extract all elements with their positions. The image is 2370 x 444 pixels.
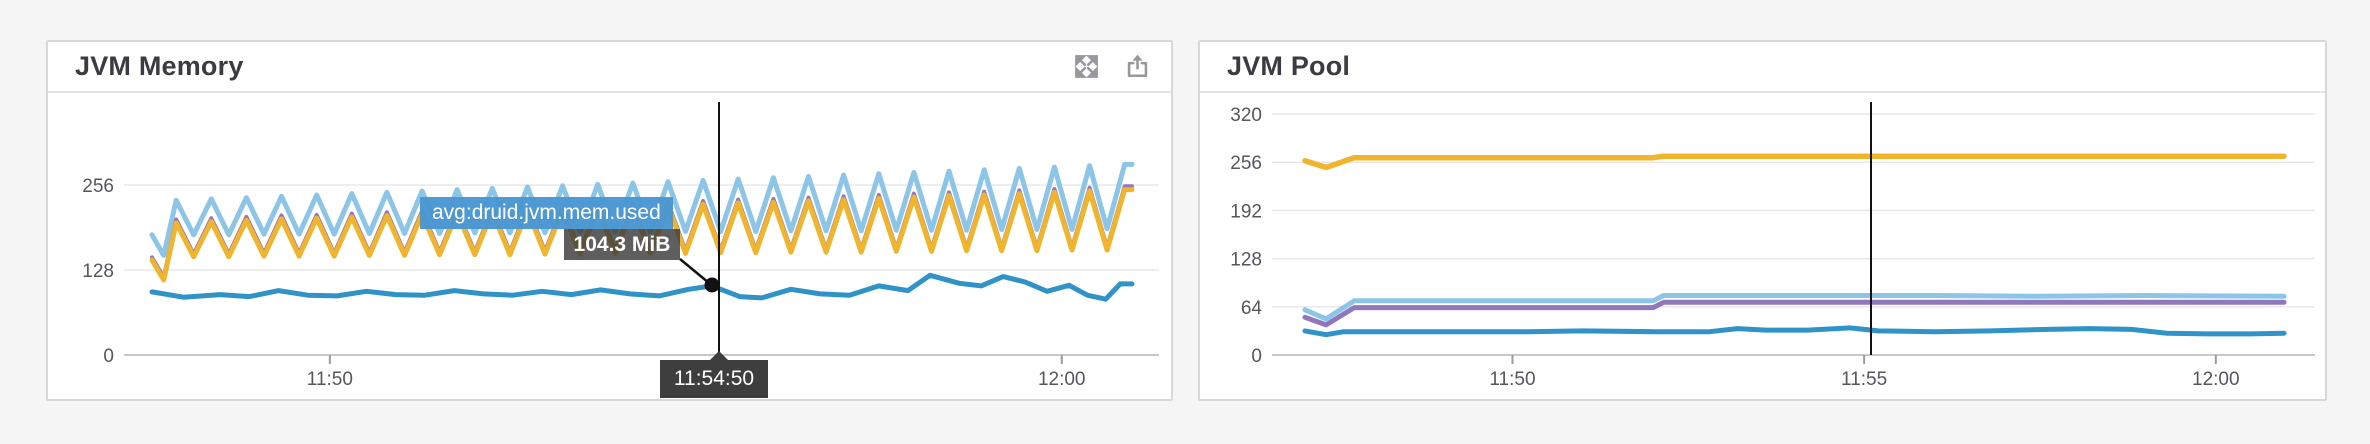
series-line-series-purple xyxy=(1305,302,2284,325)
tooltip-value: 104.3 MiB xyxy=(564,229,680,260)
tooltip-leader-line xyxy=(676,251,724,297)
y-tick-label: 320 xyxy=(1230,105,1262,126)
jvm-pool-widget[interactable]: JVM Pool 0 64 128 192 256 320 11:50 11:55 12:00 xyxy=(1198,40,2327,401)
share-icon[interactable] xyxy=(1124,53,1151,80)
y-tick-label: 128 xyxy=(1230,250,1262,271)
jvm-pool-chart-area: 0 64 128 192 256 320 11:50 11:55 12:00 xyxy=(1200,93,2325,399)
jvm-pool-header: JVM Pool xyxy=(1200,42,2325,93)
y-tick-label: 192 xyxy=(1230,201,1262,222)
jvm-memory-chart-area: 0 128 256 11:50 12:00 avg:druid.jvm.mem.used… xyxy=(48,93,1171,399)
y-tick-label: 256 xyxy=(82,176,114,197)
widget-title-jvm-memory: JVM Memory xyxy=(75,51,1073,82)
hover-time-text: 11:54:50 xyxy=(674,367,754,390)
series-line-avg:druid.jvm.mem.used xyxy=(152,275,1132,299)
tooltip-series-label: avg:druid.jvm.mem.used xyxy=(420,197,673,229)
y-tick-label: 0 xyxy=(1251,346,1262,367)
hover-time-badge: 11:54:50 xyxy=(660,360,768,398)
y-tick-label: 64 xyxy=(1241,298,1263,319)
hover-cursor-line xyxy=(1870,102,1872,355)
y-tick-label: 0 xyxy=(103,346,114,367)
time-badge-caret-icon xyxy=(710,351,728,360)
jvm-memory-header: JVM Memory xyxy=(48,42,1171,93)
jvm-memory-widget[interactable]: JVM Memory xyxy=(46,40,1173,401)
hover-point-dot xyxy=(705,278,720,293)
x-tick-label: 12:00 xyxy=(2192,369,2240,390)
y-tick-label: 256 xyxy=(1230,153,1262,174)
jvm-pool-chart[interactable]: 0 64 128 192 256 320 11:50 11:55 12:00 xyxy=(1200,93,2325,399)
x-tick-label: 12:00 xyxy=(1038,369,1086,390)
x-tick-label: 11:50 xyxy=(307,369,353,390)
y-tick-label: 128 xyxy=(82,261,114,282)
hover-cursor-line xyxy=(718,102,720,355)
widget-title-jvm-pool: JVM Pool xyxy=(1227,51,2305,82)
series-line-series-blue xyxy=(1305,328,2284,335)
x-tick-label: 11:55 xyxy=(1841,369,1887,390)
expand-icon[interactable] xyxy=(1073,53,1100,80)
x-tick-label: 11:50 xyxy=(1489,369,1535,390)
